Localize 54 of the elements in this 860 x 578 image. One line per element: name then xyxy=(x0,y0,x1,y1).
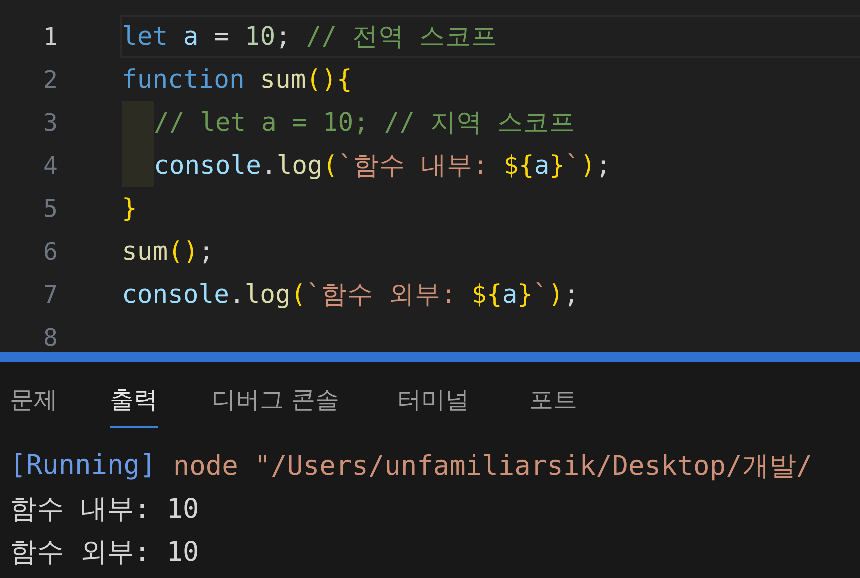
bracket-token: } xyxy=(550,150,566,180)
output-text: 함수 외부: 10 xyxy=(10,536,200,570)
bracket-token: } xyxy=(122,194,138,224)
panel-tab[interactable]: 디버그 콘솔 xyxy=(212,384,340,428)
variable-token: a xyxy=(534,150,550,180)
bracket-token: ${ xyxy=(472,280,502,310)
variable-token: console xyxy=(122,280,230,310)
code-punctuation: . xyxy=(229,280,245,310)
panel-border[interactable] xyxy=(0,352,860,362)
variable-token: console xyxy=(154,150,262,180)
function-token: sum xyxy=(122,236,168,266)
bracket-token: ${ xyxy=(504,150,534,180)
line-number: 7 xyxy=(42,280,58,308)
command-text: node "/Users/unfamiliarsik/Desktop/개발/ xyxy=(173,450,813,484)
code-punctuation: ; xyxy=(276,22,292,52)
code-punctuation: ; xyxy=(198,236,214,266)
string-token: `함수 외부: xyxy=(306,279,458,312)
panel-tab[interactable]: 문제 xyxy=(10,384,58,428)
run-status-text: [Running] xyxy=(10,450,156,481)
bracket-token: ) xyxy=(580,150,596,180)
bracket-token: () xyxy=(168,236,199,266)
line-number: 1 xyxy=(42,22,58,50)
code-comment: // 전역 스코프 xyxy=(306,21,498,54)
code-punctuation: . xyxy=(261,150,277,180)
variable-token: a xyxy=(502,280,518,310)
function-token: sum xyxy=(260,64,306,94)
output-text: 함수 내부: 10 xyxy=(10,492,200,526)
line-number: 6 xyxy=(42,238,58,266)
bracket-token: ( xyxy=(290,280,306,310)
function-token: log xyxy=(244,280,291,310)
bracket-token: } xyxy=(518,280,534,310)
string-token: ` xyxy=(565,150,580,180)
line-number: 8 xyxy=(42,324,58,352)
keyword-token: function xyxy=(122,64,246,94)
code-punctuation: ; xyxy=(564,280,580,310)
line-number: 2 xyxy=(42,66,58,94)
variable-token: a xyxy=(183,22,199,52)
code-comment: // let a = 10; // 지역 스코프 xyxy=(154,107,576,140)
code-punctuation: = xyxy=(213,22,230,52)
function-token: log xyxy=(276,150,323,180)
string-token: ` xyxy=(533,280,548,310)
number-token: 10 xyxy=(244,22,276,52)
code-punctuation: ; xyxy=(596,150,612,180)
bracket-token: (){ xyxy=(306,64,352,94)
keyword-token: let xyxy=(122,22,170,52)
line-number: 4 xyxy=(42,152,58,180)
panel-tab[interactable]: 터미널 xyxy=(398,384,470,428)
line-number: 5 xyxy=(42,194,58,222)
panel-tab[interactable]: 출력 xyxy=(110,384,158,428)
line-number: 3 xyxy=(42,108,58,136)
string-token: `함수 내부: xyxy=(338,150,490,183)
panel-tab[interactable]: 포트 xyxy=(530,384,578,428)
bracket-token: ( xyxy=(322,150,338,180)
bracket-token: ) xyxy=(548,280,564,310)
